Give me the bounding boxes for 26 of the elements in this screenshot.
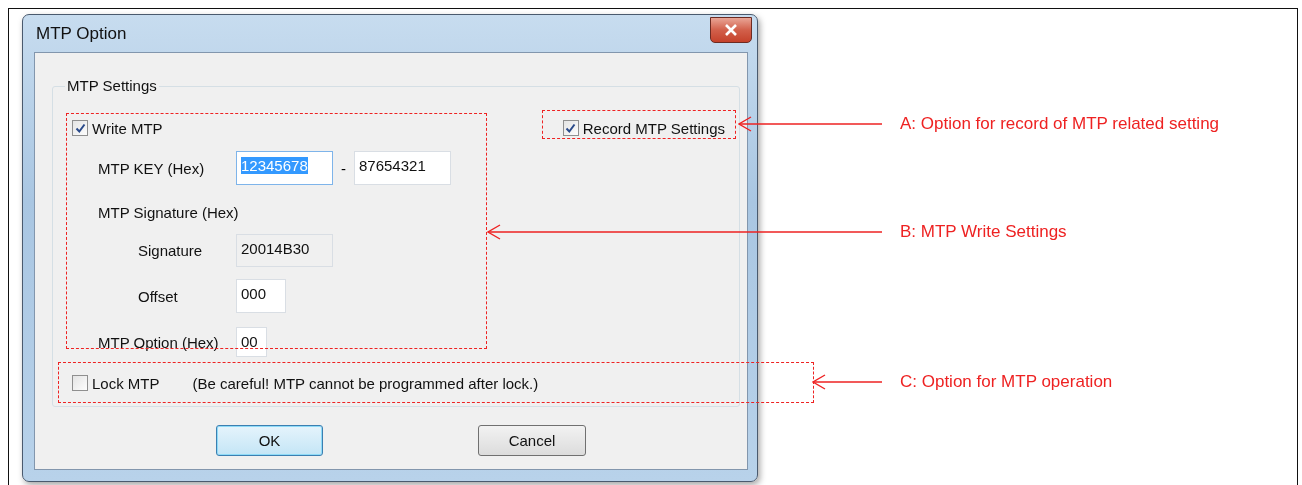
callout-label: C: Option for MTP operation bbox=[900, 372, 1113, 392]
cancel-button[interactable]: Cancel bbox=[478, 425, 586, 456]
checkbox-label[interactable]: Lock MTP bbox=[92, 374, 160, 392]
input-field[interactable]: 00 bbox=[236, 327, 267, 357]
callout-label: B: MTP Write Settings bbox=[900, 222, 1067, 242]
callout-arrow bbox=[812, 374, 882, 390]
window-title: MTP Option bbox=[36, 23, 127, 44]
checkbox-label[interactable]: Record MTP Settings bbox=[582, 119, 725, 137]
warning-note: (Be careful! MTP cannot be programmed after lock.) bbox=[192, 374, 539, 392]
checkbox[interactable] bbox=[562, 120, 579, 136]
input-field[interactable]: 87654321 bbox=[354, 151, 451, 185]
checkbox[interactable] bbox=[72, 375, 88, 391]
separator-dash: - bbox=[341, 159, 346, 177]
close-icon bbox=[724, 23, 738, 36]
field-label: MTP Option (Hex) bbox=[97, 333, 220, 351]
callout-label: A: Option for record of MTP related setting bbox=[900, 114, 1220, 134]
group-title: MTP Settings bbox=[65, 77, 159, 94]
close-button[interactable] bbox=[710, 16, 752, 43]
checkbox-label[interactable]: Write MTP bbox=[92, 119, 163, 137]
field-label: MTP KEY (Hex) bbox=[97, 159, 206, 177]
input-field[interactable]: 000 bbox=[236, 279, 286, 313]
checkbox[interactable] bbox=[72, 120, 88, 136]
field-label: Signature bbox=[137, 242, 204, 259]
section-label: MTP Signature (Hex) bbox=[97, 203, 240, 221]
ok-button[interactable]: OK bbox=[216, 425, 323, 456]
field-label: Offset bbox=[137, 287, 179, 305]
